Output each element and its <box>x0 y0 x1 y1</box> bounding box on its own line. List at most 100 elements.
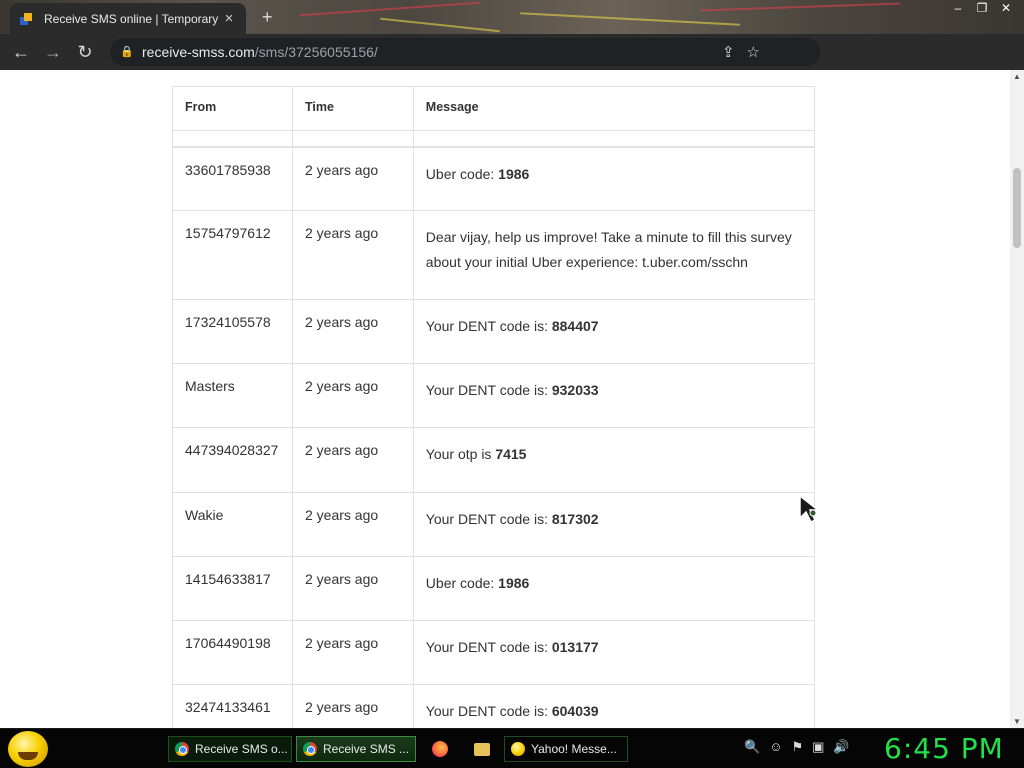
message-cell: Dear vijay, help us improve! Take a minu… <box>412 210 816 300</box>
taskbar-item-chrome-2[interactable]: Receive SMS ... <box>296 736 416 762</box>
message-text: Uber code: <box>425 165 499 182</box>
page-scrollbar[interactable]: ▲ ▼ <box>1010 70 1024 728</box>
taskbar-clock[interactable]: 6:45 PM <box>884 732 1004 765</box>
new-tab-button[interactable]: + <box>262 7 273 28</box>
message-cell: Your DENT code is: 884407 <box>412 299 816 364</box>
time-cell: 2 years ago <box>291 363 414 428</box>
messenger-tray-icon[interactable]: ☺ <box>769 739 782 755</box>
message-code: 817302 <box>551 511 599 527</box>
browser-tab-strip: Receive SMS online | Temporary × + – ❐ ✕ <box>0 0 1024 34</box>
window-controls: – ❐ ✕ <box>946 0 1018 16</box>
message-code: 884407 <box>551 318 599 334</box>
sms-messages-table: From Time Message 33601785938 2 years ago… <box>172 86 816 728</box>
taskbar-item-yahoo-messenger[interactable]: Yahoo! Messe... <box>504 736 628 762</box>
lock-icon: 🔒 <box>120 46 134 58</box>
system-tray: 🔍 ☺ ⚑ ▣ 🔊 <box>744 739 850 755</box>
sender-cell: 447394028327 <box>172 427 293 493</box>
site-favicon-icon <box>18 11 34 27</box>
message-code: 013177 <box>551 639 599 655</box>
firefox-icon <box>432 741 448 757</box>
message-text: Your DENT code is: <box>425 639 552 655</box>
share-icon[interactable]: ⇪ <box>722 43 735 61</box>
reload-icon[interactable]: ↻ <box>69 36 101 68</box>
wallpaper-streak <box>300 1 480 17</box>
time-cell: 2 years ago <box>291 427 414 493</box>
tab-close-icon[interactable]: × <box>220 10 238 27</box>
scroll-up-icon[interactable]: ▲ <box>1013 72 1021 81</box>
sender-cell: 17064490198 <box>172 620 293 685</box>
chrome-icon <box>175 742 189 756</box>
volume-icon[interactable]: 🔊 <box>833 739 849 755</box>
message-cell: Uber code: 1986 <box>412 556 816 621</box>
table-row: 14154633817 2 years ago Uber code: 1986 <box>172 556 816 621</box>
tab-title: Receive SMS online | Temporary <box>44 11 219 26</box>
message-code: 604039 <box>551 703 599 719</box>
message-code: 1986 <box>498 575 530 591</box>
table-row: 32474133461 2 years ago Your DENT code is:… <box>172 684 816 728</box>
message-text: Dear vijay, help us improve! Take a minu… <box>425 229 796 270</box>
table-row: Masters 2 years ago Your DENT code is: 932… <box>172 363 816 428</box>
time-cell: 2 years ago <box>291 556 414 621</box>
taskbar-item-label: Yahoo! Messe... <box>531 742 617 756</box>
sender-cell: 15754797612 <box>172 210 293 300</box>
chrome-icon <box>303 742 317 756</box>
taskbar-item-firefox[interactable] <box>426 736 454 762</box>
restore-icon[interactable]: ❐ <box>970 0 994 16</box>
message-cell: Your DENT code is: 013177 <box>412 620 816 685</box>
table-header-row: From Time Message <box>172 86 816 131</box>
taskbar-item-folder[interactable] <box>468 736 496 762</box>
taskbar-item-chrome-1[interactable]: Receive SMS o... <box>168 736 292 762</box>
column-header-time: Time <box>291 86 414 131</box>
sender-cell: Masters <box>172 363 293 428</box>
time-cell: 2 years ago <box>291 620 414 685</box>
time-cell: 2 years ago <box>291 146 414 211</box>
table-row: 17064490198 2 years ago Your DENT code is:… <box>172 620 816 685</box>
sender-cell: Wakie <box>172 492 293 557</box>
table-row: 17324105578 2 years ago Your DENT code is:… <box>172 299 816 364</box>
sender-cell: 32474133461 <box>172 684 293 728</box>
time-cell: 2 years ago <box>291 492 414 557</box>
message-cell: Your DENT code is: 604039 <box>412 684 816 728</box>
back-icon[interactable]: ← <box>5 36 37 68</box>
message-text: Your DENT code is: <box>425 511 552 527</box>
taskbar-item-label: Receive SMS o... <box>195 742 288 756</box>
url-path: /sms/37256055156/ <box>254 44 378 60</box>
message-text: Your DENT code is: <box>425 703 552 719</box>
start-button-smiley-icon[interactable] <box>8 731 48 767</box>
table-row: 447394028327 2 years ago Your otp is 7415 <box>172 427 816 493</box>
minimize-icon[interactable]: – <box>946 0 970 16</box>
scrollbar-thumb[interactable] <box>1013 168 1021 248</box>
time-cell: 2 years ago <box>291 684 414 728</box>
wallpaper-streak <box>380 17 500 33</box>
time-cell: 2 years ago <box>291 210 414 300</box>
address-bar[interactable]: 🔒 receive-smss.com /sms/37256055156/ ⇪ ☆ <box>110 38 820 66</box>
column-header-from: From <box>172 86 293 131</box>
table-row: 15754797612 2 years ago Dear vijay, help u… <box>172 210 816 300</box>
search-icon[interactable]: 🔍 <box>744 739 760 755</box>
bookmark-star-icon[interactable]: ☆ <box>747 43 760 61</box>
sender-cell: 14154633817 <box>172 556 293 621</box>
window-close-icon[interactable]: ✕ <box>994 0 1018 16</box>
wallpaper-streak <box>520 12 740 26</box>
message-code: 1986 <box>498 165 530 182</box>
table-spacer-row <box>172 130 816 148</box>
page-viewport: From Time Message 33601785938 2 years ago… <box>0 70 1010 728</box>
sender-cell: 33601785938 <box>172 146 293 211</box>
sender-cell: 17324105578 <box>172 299 293 364</box>
taskbar-item-label: Receive SMS ... <box>323 742 410 756</box>
table-row: Wakie 2 years ago Your DENT code is: 81730… <box>172 492 816 557</box>
folder-icon <box>474 742 490 756</box>
message-cell: Uber code: 1986 <box>412 146 816 211</box>
message-code: 7415 <box>495 446 527 462</box>
browser-tab-active[interactable]: Receive SMS online | Temporary × <box>10 3 246 34</box>
url-domain: receive-smss.com <box>142 44 255 60</box>
scroll-down-icon[interactable]: ▼ <box>1013 717 1021 726</box>
yahoo-messenger-icon <box>511 742 525 756</box>
message-text: Your DENT code is: <box>425 382 552 398</box>
message-code: 932033 <box>551 382 599 398</box>
time-cell: 2 years ago <box>291 299 414 364</box>
action-center-flag-icon[interactable]: ⚑ <box>791 739 803 755</box>
forward-icon[interactable]: → <box>37 36 69 68</box>
network-icon[interactable]: ▣ <box>812 739 824 755</box>
message-cell: Your DENT code is: 817302 <box>412 492 816 557</box>
